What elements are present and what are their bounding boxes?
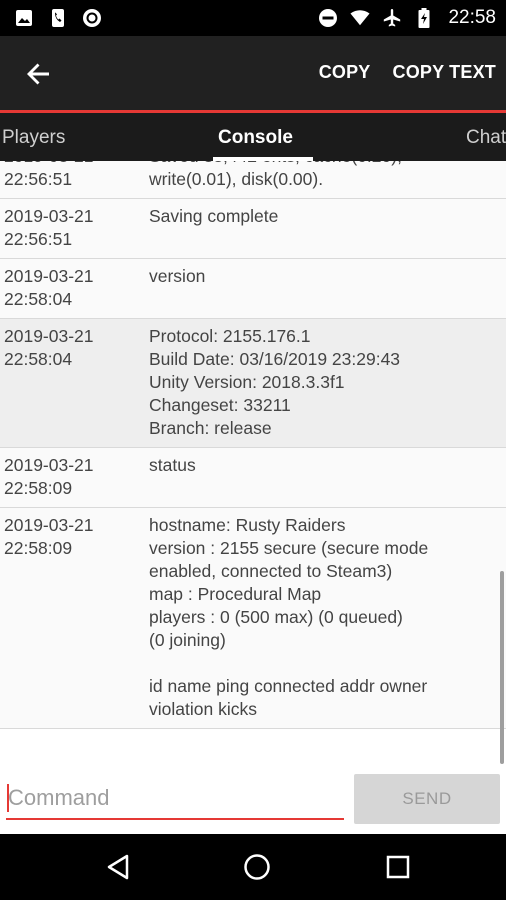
nav-home-button[interactable] [240,850,274,884]
log-row: 2019-03-21 22:56:51 Saving complete [0,199,506,259]
recents-square-icon [386,855,410,879]
nav-back-button[interactable] [101,850,135,884]
console-rows: 2019-03-21 22:56:51 Saved 33,442 ents, c… [0,161,506,729]
copy-text-button[interactable]: COPY TEXT [393,62,497,83]
console-log[interactable]: 2019-03-21 22:56:51 Saved 33,442 ents, c… [0,161,506,766]
status-bar: 22:58 [0,0,506,36]
circle-icon [82,8,102,28]
log-row: 2019-03-21 22:58:04 Protocol: 2155.176.1… [0,319,506,448]
status-bar-system: 22:58 [318,7,496,29]
tab-bar: Players Console Chat [0,113,506,161]
copy-button[interactable]: COPY [319,62,371,83]
home-circle-icon [244,854,270,880]
log-row: 2019-03-21 22:58:04 version [0,259,506,319]
airplane-icon [382,8,402,28]
app-bar: COPY COPY TEXT [0,36,506,110]
tab-players[interactable]: Players [2,127,65,149]
log-timestamp: 2019-03-21 22:58:04 [4,326,94,369]
log-message: Saved 33,442 ents, cache(0.20), write(0.… [149,161,402,189]
log-message: status [149,455,196,475]
log-timestamp: 2019-03-21 22:58:09 [4,455,94,498]
navigation-bar [0,834,506,900]
log-timestamp: 2019-03-21 22:58:04 [4,266,94,309]
log-row: 2019-03-21 22:58:09 status [0,448,506,508]
log-timestamp: 2019-03-21 22:58:09 [4,515,94,558]
arrow-left-icon [27,63,49,85]
do-not-disturb-icon [318,8,338,28]
tab-console[interactable]: Console [218,127,293,149]
nav-recents-button[interactable] [381,850,415,884]
send-button[interactable]: SEND [354,774,500,824]
tab-chat[interactable]: Chat [466,127,506,149]
log-message: hostname: Rusty Raiders version : 2155 s… [149,515,429,719]
log-message: Protocol: 2155.176.1 Build Date: 03/16/2… [149,326,401,438]
wifi-icon [350,8,370,28]
status-bar-time: 22:58 [448,7,496,28]
log-row: 2019-03-21 22:58:09 hostname: Rusty Raid… [0,508,506,729]
log-row: 2019-03-21 22:56:51 Saved 33,442 ents, c… [0,161,506,199]
command-bar: SEND [0,766,506,834]
image-icon [14,8,34,28]
back-triangle-icon [107,854,129,880]
console-scrollbar[interactable] [500,571,504,764]
text-cursor [7,784,9,812]
log-timestamp: 2019-03-21 22:56:51 [4,161,94,189]
log-timestamp: 2019-03-21 22:56:51 [4,206,94,249]
command-input[interactable] [6,778,344,820]
back-button[interactable] [18,56,58,92]
phone-icon [48,8,68,28]
status-bar-notifications [14,8,102,28]
battery-charging-icon [414,8,434,28]
app-bar-actions: COPY COPY TEXT [319,62,496,83]
log-message: Saving complete [149,206,279,226]
log-message: version [149,266,206,286]
